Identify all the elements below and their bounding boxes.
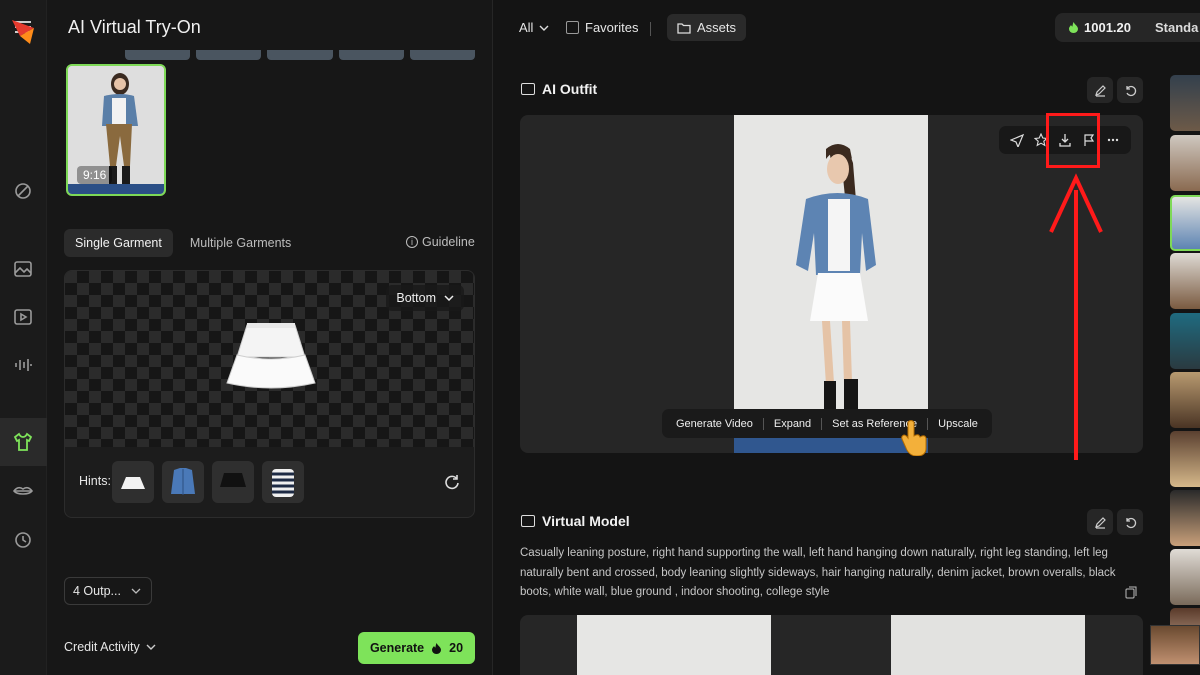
garment-upload-card[interactable]: Bottom Hints: [64, 270, 475, 518]
favorites-checkbox[interactable] [566, 21, 579, 34]
filter-all-label: All [519, 20, 534, 35]
lips-icon[interactable] [12, 480, 34, 502]
hand-cursor-icon [901, 420, 927, 456]
virtual-model-description: Casually leaning posture, right hand sup… [520, 547, 1116, 598]
copy-icon[interactable] [1125, 586, 1138, 599]
history-gallery [1170, 75, 1200, 675]
annotation-arrow [1049, 173, 1103, 460]
gallery-thumbnail[interactable] [1170, 549, 1200, 605]
folder-icon [677, 22, 691, 34]
favorites-label: Favorites [585, 20, 639, 35]
virtual-model-results[interactable] [520, 615, 1143, 675]
generate-cost: 20 [449, 641, 464, 655]
left-rail [0, 0, 47, 675]
edit-button[interactable] [1087, 77, 1113, 103]
plan-label: Standa [1155, 20, 1199, 35]
pencil-icon [1094, 84, 1106, 97]
image-icon[interactable] [12, 258, 34, 280]
magic-icon[interactable] [12, 180, 34, 202]
hint-black-skirt[interactable] [212, 461, 254, 503]
history-icon[interactable] [12, 529, 34, 551]
generate-video-button[interactable]: Generate Video [674, 418, 755, 430]
hint-skirt[interactable] [112, 461, 154, 503]
pencil-icon [1094, 516, 1106, 529]
page-title: AI Virtual Try-On [68, 17, 201, 37]
gallery-thumbnail-selected[interactable] [1170, 195, 1200, 251]
shirt-icon[interactable] [12, 431, 34, 453]
credit-activity-menu[interactable]: Credit Activity [64, 640, 156, 654]
gallery-thumbnail[interactable] [1170, 75, 1200, 131]
skirt-garment-image [226, 323, 316, 389]
image-context-menu: Generate Video Expand Set as Reference U… [662, 409, 992, 438]
divider [821, 417, 823, 430]
tab-single-garment[interactable]: Single Garment [64, 229, 173, 257]
garment-category-value: Bottom [396, 291, 436, 305]
gallery-thumbnail[interactable] [1170, 372, 1200, 428]
image-icon [521, 83, 535, 95]
upscale-button[interactable]: Upscale [936, 418, 980, 430]
hint-striped-sweater[interactable] [262, 461, 304, 503]
gallery-thumbnail[interactable] [1170, 431, 1200, 487]
guideline-label: Guideline [422, 235, 475, 249]
webcam-overlay [1150, 625, 1200, 665]
gallery-thumbnail[interactable] [1170, 253, 1200, 309]
guideline-link[interactable]: i Guideline [406, 235, 475, 249]
gallery-thumbnail[interactable] [1170, 135, 1200, 191]
virtual-model-title: Virtual Model [542, 513, 630, 529]
refresh-icon[interactable] [443, 473, 461, 491]
undo-icon [1125, 85, 1136, 96]
flame-icon [432, 642, 442, 654]
expand-button[interactable]: Expand [772, 418, 813, 430]
chevron-down-icon [444, 295, 454, 301]
ai-outfit-header: AI Outfit [521, 81, 597, 97]
hints-label: Hints: [79, 474, 111, 488]
favorites-filter[interactable]: Favorites [566, 20, 638, 35]
tab-multiple-garments[interactable]: Multiple Garments [179, 229, 302, 257]
flame-icon [1069, 22, 1078, 33]
info-icon: i [406, 236, 418, 248]
credit-activity-label: Credit Activity [64, 640, 140, 654]
divider [650, 22, 651, 36]
assets-button[interactable]: Assets [667, 14, 747, 41]
audio-icon[interactable] [12, 354, 34, 376]
reset-button[interactable] [1117, 509, 1143, 535]
credits-balance[interactable]: 1001.20 Standa [1055, 13, 1200, 42]
filter-all-select[interactable]: All [519, 20, 549, 35]
virtual-model-header: Virtual Model [521, 513, 630, 529]
aspect-ratio-badge: 9:16 [77, 166, 113, 184]
gallery-thumbnail[interactable] [1170, 313, 1200, 369]
reset-button[interactable] [1117, 77, 1143, 103]
output-count-select[interactable]: 4 Outp... [64, 577, 152, 605]
ai-outfit-title: AI Outfit [542, 81, 598, 97]
divider [762, 417, 764, 430]
generate-label: Generate [369, 641, 425, 655]
virtual-model-image-1[interactable] [577, 615, 771, 675]
annotation-highlight-box [1046, 113, 1100, 168]
chevron-down-icon [146, 644, 156, 650]
undo-icon [1125, 517, 1136, 528]
top-bar: All Favorites Assets 1001.20 Standa [494, 0, 1200, 54]
generate-button[interactable]: Generate 20 [358, 632, 475, 664]
chevron-down-icon [539, 25, 549, 31]
hint-denim-jacket[interactable] [162, 461, 204, 503]
app-window: AI Virtual Try-On 9:16 Single Garment Mu… [0, 0, 1200, 675]
assets-label: Assets [697, 20, 737, 35]
garment-mode-tabs: Single Garment Multiple Garments [64, 229, 302, 257]
send-icon[interactable] [1009, 132, 1025, 148]
output-count-value: 4 Outp... [73, 584, 121, 598]
generated-outfit-photo[interactable] [734, 115, 928, 453]
image-icon [521, 515, 535, 527]
virtual-model-image-2[interactable] [891, 615, 1085, 675]
chevron-down-icon [131, 588, 141, 594]
credits-value: 1001.20 [1084, 20, 1131, 35]
garment-category-select[interactable]: Bottom [386, 285, 464, 311]
gallery-thumbnail[interactable] [1170, 490, 1200, 546]
more-icon[interactable] [1105, 132, 1121, 148]
video-icon[interactable] [12, 306, 34, 328]
edit-button[interactable] [1087, 509, 1113, 535]
model-strip [125, 50, 476, 60]
